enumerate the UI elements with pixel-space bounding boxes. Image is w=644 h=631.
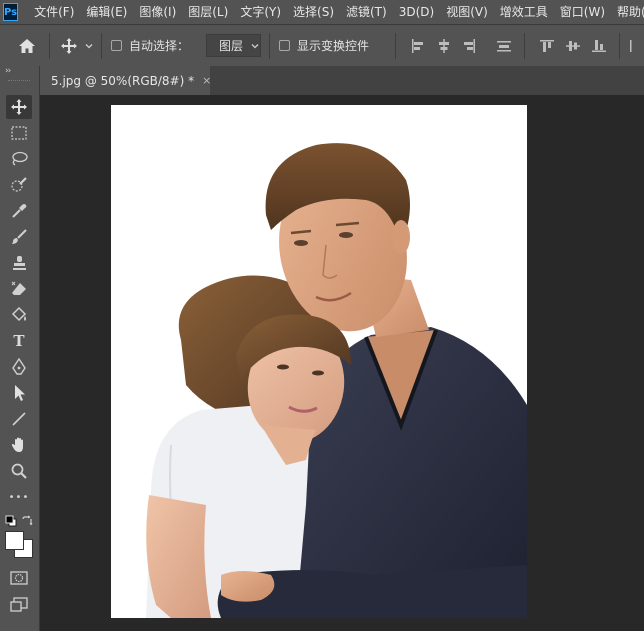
magnifier-icon xyxy=(11,463,27,479)
menu-help[interactable]: 帮助(H) xyxy=(611,0,644,24)
align-bottom-edges-icon[interactable] xyxy=(591,38,607,54)
marquee-tool[interactable] xyxy=(6,121,32,145)
type-icon: T xyxy=(13,332,25,350)
line-icon xyxy=(12,412,26,426)
auto-select-target-dropdown[interactable]: 图层 xyxy=(206,34,261,57)
lasso-icon xyxy=(12,151,28,166)
quick-selection-icon xyxy=(11,177,27,192)
align-left-edges-icon[interactable] xyxy=(410,38,426,54)
hand-icon xyxy=(11,437,23,452)
options-separator xyxy=(619,33,620,59)
menu-view[interactable]: 视图(V) xyxy=(440,0,494,24)
move-tool[interactable] xyxy=(6,95,32,119)
move-tool-preset-button[interactable] xyxy=(60,25,94,66)
menu-plugins[interactable]: 增效工具 xyxy=(494,0,554,24)
clone-stamp-icon xyxy=(13,256,26,270)
document-canvas-image[interactable] xyxy=(111,105,527,618)
screen-mode-icon xyxy=(10,597,28,612)
tools-panel: ›› T ••• xyxy=(0,66,40,631)
zoom-tool[interactable] xyxy=(6,459,32,483)
menu-file[interactable]: 文件(F) xyxy=(28,0,80,24)
align-vertical-centers-icon[interactable] xyxy=(565,38,581,54)
chevron-down-icon xyxy=(251,43,259,48)
pen-icon xyxy=(12,358,26,375)
home-button[interactable] xyxy=(18,25,36,66)
align-top-edges-icon[interactable] xyxy=(539,38,555,54)
distribute-icon[interactable] xyxy=(496,38,512,54)
screen-mode-button[interactable] xyxy=(6,593,32,617)
quick-mask-icon xyxy=(10,571,28,585)
menu-select[interactable]: 选择(S) xyxy=(287,0,340,24)
eyedropper-icon xyxy=(12,204,27,218)
move-icon xyxy=(61,37,77,54)
toolbar-grip[interactable] xyxy=(8,80,30,83)
home-icon xyxy=(19,38,35,53)
align-right-edges-icon[interactable] xyxy=(461,38,477,54)
path-selection-tool[interactable] xyxy=(6,381,32,405)
align-horizontal-centers-icon[interactable] xyxy=(436,38,452,54)
quick-mask-button[interactable] xyxy=(6,566,32,590)
options-separator xyxy=(395,33,396,59)
quick-selection-tool[interactable] xyxy=(6,173,32,197)
swap-colors-icon[interactable] xyxy=(21,515,33,527)
couple-photo xyxy=(146,143,527,618)
options-separator xyxy=(49,33,50,59)
lasso-tool[interactable] xyxy=(6,147,32,171)
eraser-icon xyxy=(11,281,26,295)
more-icon: ••• xyxy=(8,491,30,503)
options-separator xyxy=(101,33,102,59)
auto-select-target-value: 图层 xyxy=(219,39,244,53)
show-transform-label: 显示变换控件 xyxy=(297,39,370,53)
default-colors-icon[interactable] xyxy=(5,515,17,527)
brush-icon xyxy=(12,229,27,244)
chevron-down-icon xyxy=(85,43,93,48)
menu-window[interactable]: 窗口(W) xyxy=(554,0,611,24)
close-tab-button[interactable]: × xyxy=(202,74,211,87)
paint-bucket-icon xyxy=(11,306,27,322)
align-more-icon[interactable] xyxy=(627,38,643,54)
menu-edit[interactable]: 编辑(E) xyxy=(80,0,133,24)
auto-select-checkbox[interactable] xyxy=(111,40,122,51)
options-separator xyxy=(524,33,525,59)
show-transform-checkbox[interactable] xyxy=(279,40,290,51)
hand-tool[interactable] xyxy=(6,433,32,457)
auto-select-label: 自动选择： xyxy=(129,39,190,53)
menu-type[interactable]: 文字(Y) xyxy=(234,0,287,24)
clone-stamp-tool[interactable] xyxy=(6,251,32,275)
menu-bar: Ps 文件(F) 编辑(E) 图像(I) 图层(L) 文字(Y) 选择(S) 滤… xyxy=(0,0,644,24)
document-tab-title: 5.jpg @ 50%(RGB/8#) * xyxy=(51,73,195,88)
menu-image[interactable]: 图像(I) xyxy=(133,0,182,24)
menu-3d[interactable]: 3D(D) xyxy=(393,0,440,24)
pen-tool[interactable] xyxy=(6,355,32,379)
photoshop-logo[interactable]: Ps xyxy=(3,3,19,21)
eyedropper-tool[interactable] xyxy=(6,199,32,223)
collapse-toolbar-button[interactable]: ›› xyxy=(5,66,11,76)
eraser-tool[interactable] xyxy=(6,277,32,301)
options-bar: 自动选择： 图层 显示变换控件 xyxy=(0,24,644,66)
document-tab[interactable]: 5.jpg @ 50%(RGB/8#) * × xyxy=(40,66,211,95)
edit-toolbar-button[interactable]: ••• xyxy=(6,485,32,509)
paint-bucket-tool[interactable] xyxy=(6,303,32,327)
menu-layer[interactable]: 图层(L) xyxy=(182,0,234,24)
brush-tool[interactable] xyxy=(6,225,32,249)
move-icon xyxy=(11,99,27,115)
options-separator xyxy=(269,33,270,59)
arrow-cursor-icon xyxy=(15,385,25,401)
foreground-color-swatch[interactable] xyxy=(5,531,24,550)
menu-filter[interactable]: 滤镜(T) xyxy=(340,0,393,24)
type-tool[interactable]: T xyxy=(6,329,32,353)
line-tool[interactable] xyxy=(6,407,32,431)
rectangular-marquee-icon xyxy=(11,126,27,140)
